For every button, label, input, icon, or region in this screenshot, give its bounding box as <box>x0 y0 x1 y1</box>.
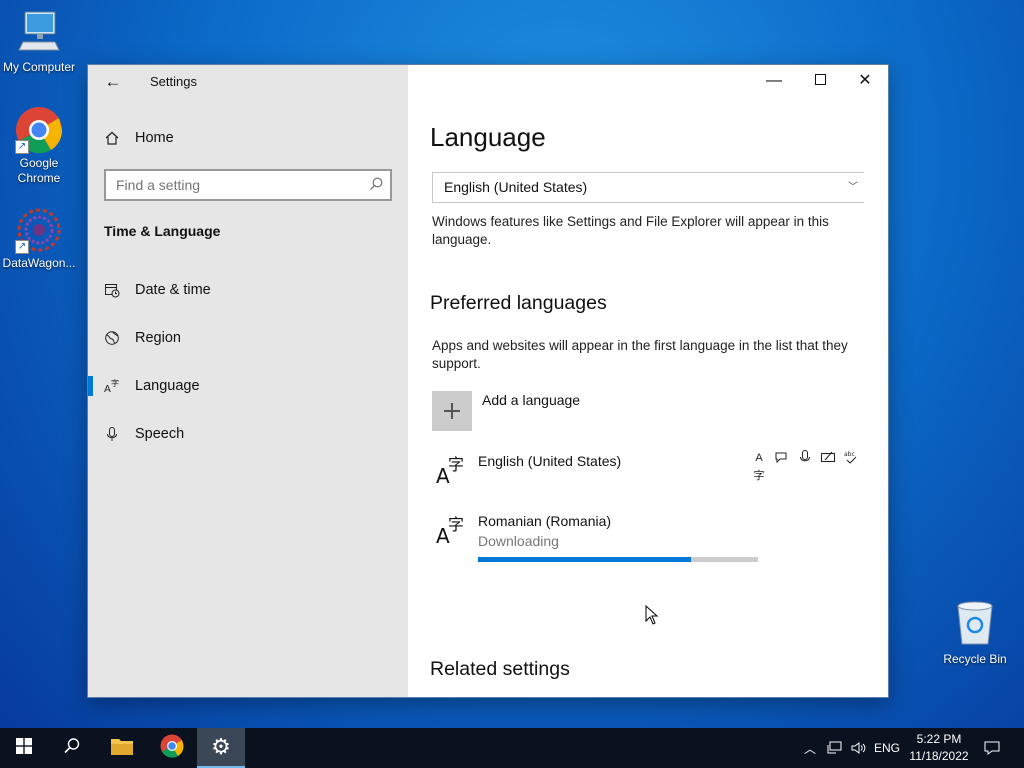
chevron-up-icon: ︿ <box>803 741 816 756</box>
title-bar: ← Settings <box>88 65 408 99</box>
download-progress-bar <box>478 557 758 562</box>
language-features: A字 abc <box>750 449 860 482</box>
search-box <box>104 169 392 201</box>
close-icon: ✕ <box>858 72 872 89</box>
svg-text:字: 字 <box>448 515 464 534</box>
svg-text:字: 字 <box>448 455 464 474</box>
mouse-cursor-icon <box>645 604 659 630</box>
window-title: Settings <box>150 74 197 89</box>
computer-icon <box>15 10 63 58</box>
input-language-indicator[interactable]: ENG <box>872 728 902 768</box>
minimize-button[interactable]: — <box>751 65 797 97</box>
network-icon[interactable] <box>824 728 846 768</box>
show-hidden-icons-button[interactable]: ︿ <box>800 728 820 768</box>
maximize-button[interactable] <box>797 65 843 97</box>
display-language-icon: A字 <box>753 452 765 482</box>
section-title: Time & Language <box>104 223 221 239</box>
language-name: English (United States) <box>478 453 622 469</box>
sidebar: ← Settings Home Time & Language Date & t… <box>88 65 408 697</box>
search-input[interactable] <box>106 171 356 199</box>
calendar-clock-icon <box>104 282 120 298</box>
windows-logo-icon <box>16 737 32 759</box>
language-status: Downloading <box>478 533 559 549</box>
notification-icon <box>984 741 1000 755</box>
sidebar-item-label: Speech <box>135 426 185 442</box>
dropdown-value: English (United States) <box>444 179 588 195</box>
preferred-languages-heading: Preferred languages <box>430 292 607 314</box>
chrome-icon: ↗ <box>15 106 63 154</box>
microphone-icon <box>104 426 120 442</box>
start-button[interactable] <box>0 728 48 768</box>
content-pane: — ✕ Language English (United States) ﹀ W… <box>408 65 888 697</box>
chrome-taskbar-button[interactable] <box>148 728 196 768</box>
svg-text:A: A <box>104 384 111 394</box>
sidebar-item-speech[interactable]: Speech <box>88 414 408 454</box>
related-settings-heading: Related settings <box>430 658 570 680</box>
language-icon: A字 <box>104 378 120 395</box>
add-language-button[interactable]: Add a language <box>432 391 580 431</box>
display-language-description: Windows features like Settings and File … <box>432 214 829 247</box>
maximize-icon <box>814 72 826 89</box>
chrome-icon <box>160 734 184 763</box>
minimize-icon: — <box>766 72 782 89</box>
search-icon <box>63 737 81 760</box>
home-icon <box>104 130 120 146</box>
add-language-label: Add a language <box>482 392 581 408</box>
recycle-bin-icon <box>955 600 995 646</box>
chevron-down-icon: ﹀ <box>848 182 858 193</box>
desktop-icon-label: DataWagon... <box>2 256 76 270</box>
volume-icon[interactable] <box>848 728 870 768</box>
settings-taskbar-button[interactable]: ⚙ <box>197 728 245 768</box>
display-language-dropdown[interactable]: English (United States) ﹀ <box>432 172 864 203</box>
sidebar-item-date-time[interactable]: Date & time <box>88 270 408 310</box>
file-explorer-button[interactable] <box>98 728 146 768</box>
search-taskbar-button[interactable] <box>48 728 96 768</box>
globe-icon <box>104 330 120 346</box>
speech-icon <box>773 449 791 467</box>
handwriting-icon <box>819 449 837 467</box>
sidebar-item-label: Date & time <box>135 282 211 298</box>
spellcheck-icon: abc <box>842 449 860 467</box>
sidebar-item-label: Language <box>135 378 200 394</box>
close-button[interactable]: ✕ <box>842 65 888 97</box>
sidebar-item-label: Region <box>135 330 181 346</box>
desktop-icon-label: My Computer <box>2 60 76 74</box>
desktop-icon-my-computer[interactable]: My Computer <box>1 10 77 75</box>
action-center-button[interactable] <box>980 728 1004 768</box>
clock-time: 5:22 PM <box>916 732 962 746</box>
desktop-icon-google-chrome[interactable]: ↗ Google Chrome <box>1 106 77 186</box>
desktop-icon-datawagon[interactable]: ↗ DataWagon... <box>1 206 77 271</box>
settings-window: ← Settings Home Time & Language Date & t… <box>88 65 888 697</box>
back-button[interactable]: ← <box>102 71 124 93</box>
language-glyph-icon: A字 <box>436 513 468 548</box>
back-arrow-icon: ← <box>104 72 122 91</box>
sidebar-item-region[interactable]: Region <box>88 318 408 358</box>
svg-text:字: 字 <box>111 378 119 388</box>
clock-date: 11/18/2022 <box>909 749 969 763</box>
desktop-icon-label: Google Chrome <box>17 156 61 185</box>
svg-text:abc: abc <box>844 451 855 458</box>
sidebar-item-language[interactable]: A字 Language <box>88 366 408 406</box>
microphone-icon <box>796 449 814 467</box>
language-item-english[interactable]: A字 English (United States) A字 abc <box>432 450 864 493</box>
language-glyph-icon: A字 <box>436 453 468 488</box>
preferred-languages-description: Apps and websites will appear in the fir… <box>432 338 848 371</box>
taskbar: ⚙ ︿ ENG 5:22 PM 11/18/2022 <box>0 728 1024 768</box>
search-icon[interactable] <box>368 176 384 192</box>
progress-fill <box>478 557 691 562</box>
desktop-icon-recycle-bin[interactable]: Recycle Bin <box>940 600 1010 666</box>
page-title: Language <box>430 122 546 152</box>
clock[interactable]: 5:22 PM 11/18/2022 <box>904 731 974 765</box>
shortcut-arrow-icon: ↗ <box>15 140 29 154</box>
desktop-icon-label: Recycle Bin <box>943 652 1007 666</box>
folder-icon <box>110 736 134 761</box>
sidebar-item-label: Home <box>135 130 174 146</box>
datawagon-icon: ↗ <box>15 206 63 254</box>
language-item-romanian[interactable]: A字 Romanian (Romania) Downloading <box>432 513 864 569</box>
sidebar-item-home[interactable]: Home <box>104 128 174 148</box>
language-name: Romanian (Romania) <box>478 513 612 529</box>
shortcut-arrow-icon: ↗ <box>15 240 29 254</box>
gear-icon: ⚙ <box>211 734 231 759</box>
plus-icon <box>432 391 472 431</box>
